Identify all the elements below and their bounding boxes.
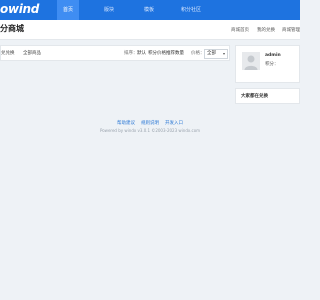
top-navbar: owind 首页 版块 模板 积分社区 [0,0,300,20]
sort-label: 排序： [124,51,138,56]
nav-item-points-community[interactable]: 积分社区 [176,0,206,20]
product-filter-bar: 兑兑换 全部商品 排序： 默认 积分价格 推荐数量 价格： 全部 ▾ [0,45,230,61]
price-filter-select[interactable]: 全部 ▾ [204,49,228,59]
points-label: 积分： [265,62,279,67]
page-title: 分商城 [0,24,24,33]
footer-link-help[interactable]: 帮助建议 [117,121,135,127]
logo[interactable]: owind [0,2,39,16]
nav-item-home[interactable]: 首页 [57,0,79,20]
username[interactable]: admin [265,53,281,59]
user-avatar-icon[interactable] [242,52,260,70]
link-my-exchanges[interactable]: 我的兑换 [257,28,275,34]
link-mall-manage[interactable]: 商城管理 [282,28,300,34]
subheader: 分商城 商城首页 我的兑换 商城管理 [0,20,300,40]
user-card: admin 积分： [235,45,300,83]
nav-item-forums[interactable]: 版块 [98,0,120,20]
sort-points-price[interactable]: 积分价格 [148,51,166,57]
popular-exchanges-title: 大家都在兑换 [241,94,268,99]
nav-item-templates[interactable]: 模板 [138,0,160,20]
tab-exchangeable[interactable]: 兑兑换 [1,51,15,57]
popular-exchanges-card: 大家都在兑换 [235,88,300,104]
footer-link-rules[interactable]: 规则说明 [141,121,159,127]
chevron-down-icon: ▾ [222,51,225,56]
sort-recommend-count[interactable]: 推荐数量 [166,51,184,57]
footer-link-dev[interactable]: 开发入口 [165,121,183,127]
price-filter-label: 价格： [191,51,205,56]
link-mall-home[interactable]: 商城首页 [231,28,249,34]
sort-default[interactable]: 默认 [137,51,146,57]
powered-by: Powered by windx v3.0.1 ©2003-2023 windx… [99,128,201,133]
tab-all-products[interactable]: 全部商品 [23,51,41,57]
price-filter-value: 全部 [207,51,216,56]
